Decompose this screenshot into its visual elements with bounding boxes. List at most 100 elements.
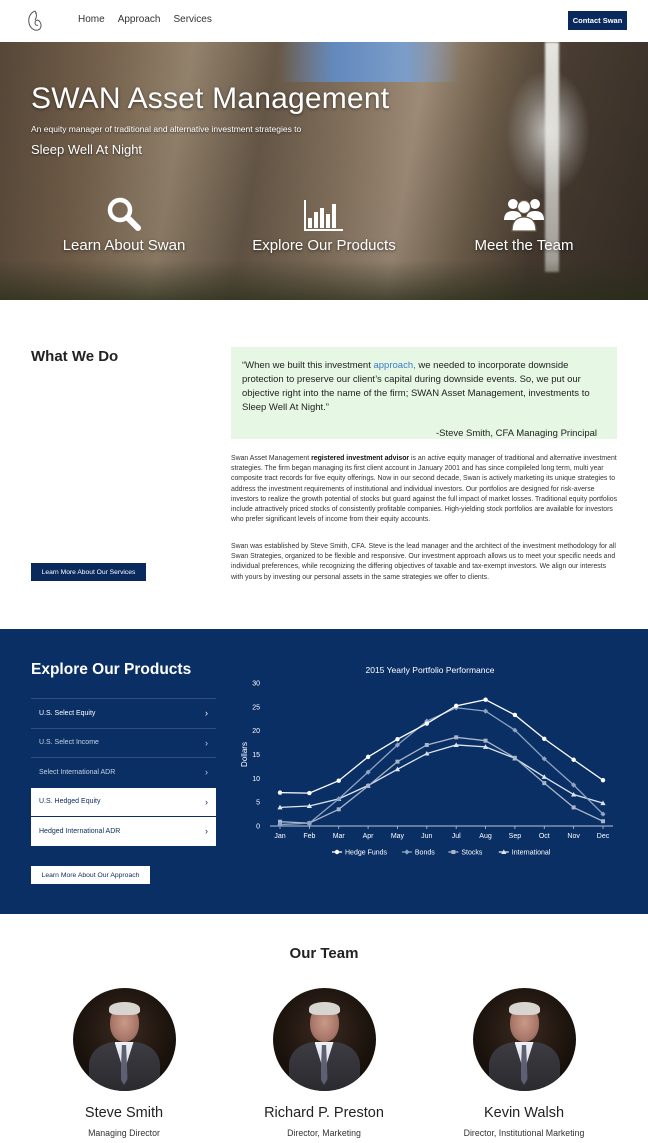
top-nav: Home Approach Services Contact Swan: [0, 0, 648, 42]
hero-trees: [0, 260, 648, 300]
data-point: [365, 754, 371, 760]
data-point: [277, 790, 283, 795]
feature-meet-team[interactable]: Meet the Team: [424, 192, 624, 254]
chevron-right-icon: ›: [205, 737, 208, 748]
quote-text: “When we built this investment approach,…: [242, 360, 590, 413]
series-line-stocks: [279, 736, 604, 824]
data-point: [336, 807, 341, 812]
data-point: [451, 850, 456, 854]
data-point: [334, 849, 340, 855]
data-point: [542, 781, 547, 786]
data-point: [512, 712, 518, 718]
data-point: [453, 703, 459, 709]
data-point: [404, 849, 410, 855]
products-section: Explore Our Products U.S. Select Equity …: [0, 629, 648, 914]
x-tick-label: Jun: [421, 833, 432, 840]
member-role: Director, Institutional Marketing: [463, 1128, 585, 1138]
x-tick-label: May: [391, 833, 405, 840]
contact-button[interactable]: Contact Swan: [568, 11, 627, 30]
chart-title: 2015 Yearly Portfolio Performance: [366, 665, 495, 675]
data-point: [483, 697, 488, 702]
product-label: U.S. Select Equity: [39, 709, 96, 717]
chevron-right-icon: ›: [205, 708, 208, 719]
y-tick-label: 20: [252, 728, 260, 735]
data-point: [600, 778, 606, 783]
y-tick-label: 0: [256, 824, 260, 831]
team-member-card[interactable]: Steve Smith Managing Director: [24, 988, 224, 1138]
data-point: [424, 742, 429, 747]
learn-more-approach-button[interactable]: Learn More About Our Approach: [31, 866, 150, 884]
registered-advisor-emphasis: registered investment advisor: [311, 455, 410, 462]
hero-sky: [280, 42, 460, 82]
data-point: [571, 805, 576, 810]
quote-author: -Steve Smith, CFA Managing Principal: [435, 428, 597, 439]
feature-explore-products[interactable]: Explore Our Products: [224, 192, 424, 254]
nav-link-approach[interactable]: Approach: [118, 14, 161, 25]
data-point: [542, 736, 547, 741]
feature-label: Meet the Team: [474, 237, 574, 254]
data-point: [395, 759, 400, 764]
product-item-us-hedged-equity[interactable]: U.S. Hedged Equity ›: [31, 786, 216, 816]
data-point: [454, 735, 459, 740]
team-member-card[interactable]: Kevin Walsh Director, Institutional Mark…: [424, 988, 624, 1138]
product-item-select-intl-adr[interactable]: Select International ADR ›: [31, 757, 216, 787]
hero-subtitle: An equity manager of traditional and alt…: [31, 124, 302, 134]
hero-banner: SWAN Asset Management An equity manager …: [0, 42, 648, 300]
data-point: [483, 738, 488, 743]
y-tick-label: 15: [252, 752, 260, 759]
chevron-right-icon: ›: [205, 826, 208, 837]
performance-chart: 2015 Yearly Portfolio Performance Dollars…: [240, 665, 613, 857]
member-name: Kevin Walsh: [483, 1105, 565, 1121]
y-axis-label: Dollars: [240, 742, 249, 767]
y-tick-label: 25: [252, 704, 260, 711]
series-line-bonds: [279, 707, 604, 826]
avatar: [472, 988, 576, 1091]
x-tick-label: Mar: [333, 833, 346, 840]
x-tick-label: Jul: [452, 833, 461, 840]
learn-more-services-button[interactable]: Learn More About Our Services: [31, 563, 146, 581]
products-title: Explore Our Products: [31, 661, 192, 678]
x-tick-label: Dec: [597, 833, 610, 840]
team-member-card[interactable]: Richard P. Preston Director, Marketing: [224, 988, 424, 1138]
nav-link-home[interactable]: Home: [78, 14, 105, 25]
data-point: [571, 757, 576, 762]
member-name: Richard P. Preston: [264, 1105, 384, 1121]
x-tick-label: Apr: [363, 833, 375, 840]
approach-link[interactable]: approach,: [373, 360, 415, 371]
founder-quote: “When we built this investment approach,…: [231, 347, 617, 439]
product-label: U.S. Hedged Equity: [39, 798, 101, 806]
y-tick-label: 30: [252, 681, 260, 688]
about-paragraph-1: Swan Asset Management registered investm…: [231, 455, 618, 524]
what-we-do-title: What We Do: [31, 348, 119, 365]
data-point: [307, 790, 312, 796]
feature-learn-about-swan[interactable]: Learn About Swan: [24, 192, 224, 254]
x-tick-label: Sep: [509, 833, 522, 840]
x-tick-label: Nov: [567, 833, 580, 840]
series-line-hedge-funds: [279, 698, 604, 794]
legend-label: Bonds: [415, 850, 435, 857]
member-name: Steve Smith: [84, 1105, 164, 1121]
feature-label: Explore Our Products: [252, 237, 396, 254]
swan-logo[interactable]: [25, 9, 45, 33]
data-point: [512, 755, 517, 760]
nav-link-services[interactable]: Services: [174, 14, 212, 25]
team-title: Our Team: [289, 945, 359, 962]
bar-chart-icon: [304, 200, 343, 231]
data-point: [571, 791, 577, 797]
legend-label: Stocks: [461, 850, 483, 857]
users-icon: [504, 199, 544, 232]
chevron-right-icon: ›: [205, 767, 208, 778]
hero-tagline: Sleep Well At Night: [31, 142, 143, 157]
feature-label: Learn About Swan: [62, 237, 186, 254]
product-item-us-select-income[interactable]: U.S. Select Income ›: [31, 727, 216, 758]
product-item-us-select-equity[interactable]: U.S. Select Equity ›: [31, 698, 216, 728]
legend-label: International: [512, 850, 551, 857]
x-tick-label: Oct: [539, 833, 550, 840]
nav-links: Home Approach Services: [78, 14, 212, 25]
product-item-hedged-intl-adr[interactable]: Hedged International ADR ›: [31, 816, 216, 846]
data-point: [424, 721, 430, 726]
hero-title: SWAN Asset Management: [31, 82, 390, 115]
data-point: [366, 783, 371, 788]
product-label: Select International ADR: [39, 768, 116, 776]
product-label: Hedged International ADR: [39, 827, 121, 835]
